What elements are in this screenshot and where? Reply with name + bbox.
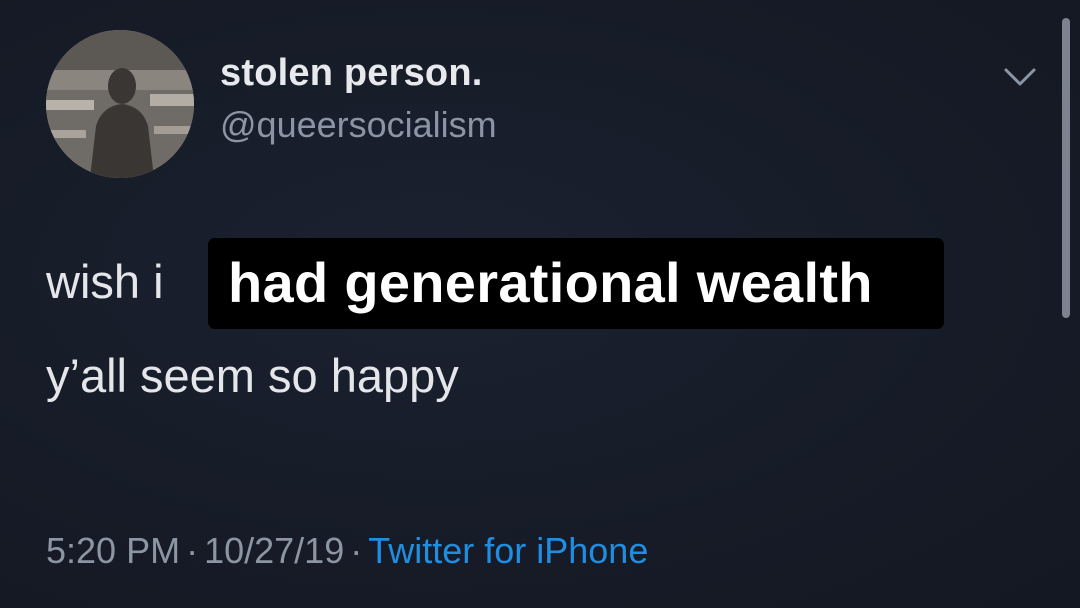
tweet-meta: 5:20 PM · 10/27/19 · Twitter for iPhone [46, 530, 648, 572]
tweet-text-line2: y’all seem so happy [46, 349, 459, 402]
chevron-down-icon[interactable] [1000, 62, 1040, 92]
meta-separator: · [350, 530, 363, 571]
tweet-card: stolen person. @queersocialism wish i ha… [0, 0, 1080, 608]
tweet-date[interactable]: 10/27/19 [204, 530, 344, 571]
tweet-time[interactable]: 5:20 PM [46, 530, 180, 571]
avatar[interactable] [46, 30, 194, 178]
tweet-text-prefix: wish i [46, 255, 164, 308]
meta-separator: · [186, 530, 199, 571]
profile-avatar-icon [46, 30, 194, 178]
tweet-source-link[interactable]: Twitter for iPhone [368, 530, 648, 571]
display-name[interactable]: stolen person. [220, 52, 483, 95]
highlight-text: had generational wealth [228, 251, 873, 314]
scrollbar[interactable] [1062, 18, 1070, 318]
user-handle[interactable]: @queersocialism [220, 104, 497, 146]
